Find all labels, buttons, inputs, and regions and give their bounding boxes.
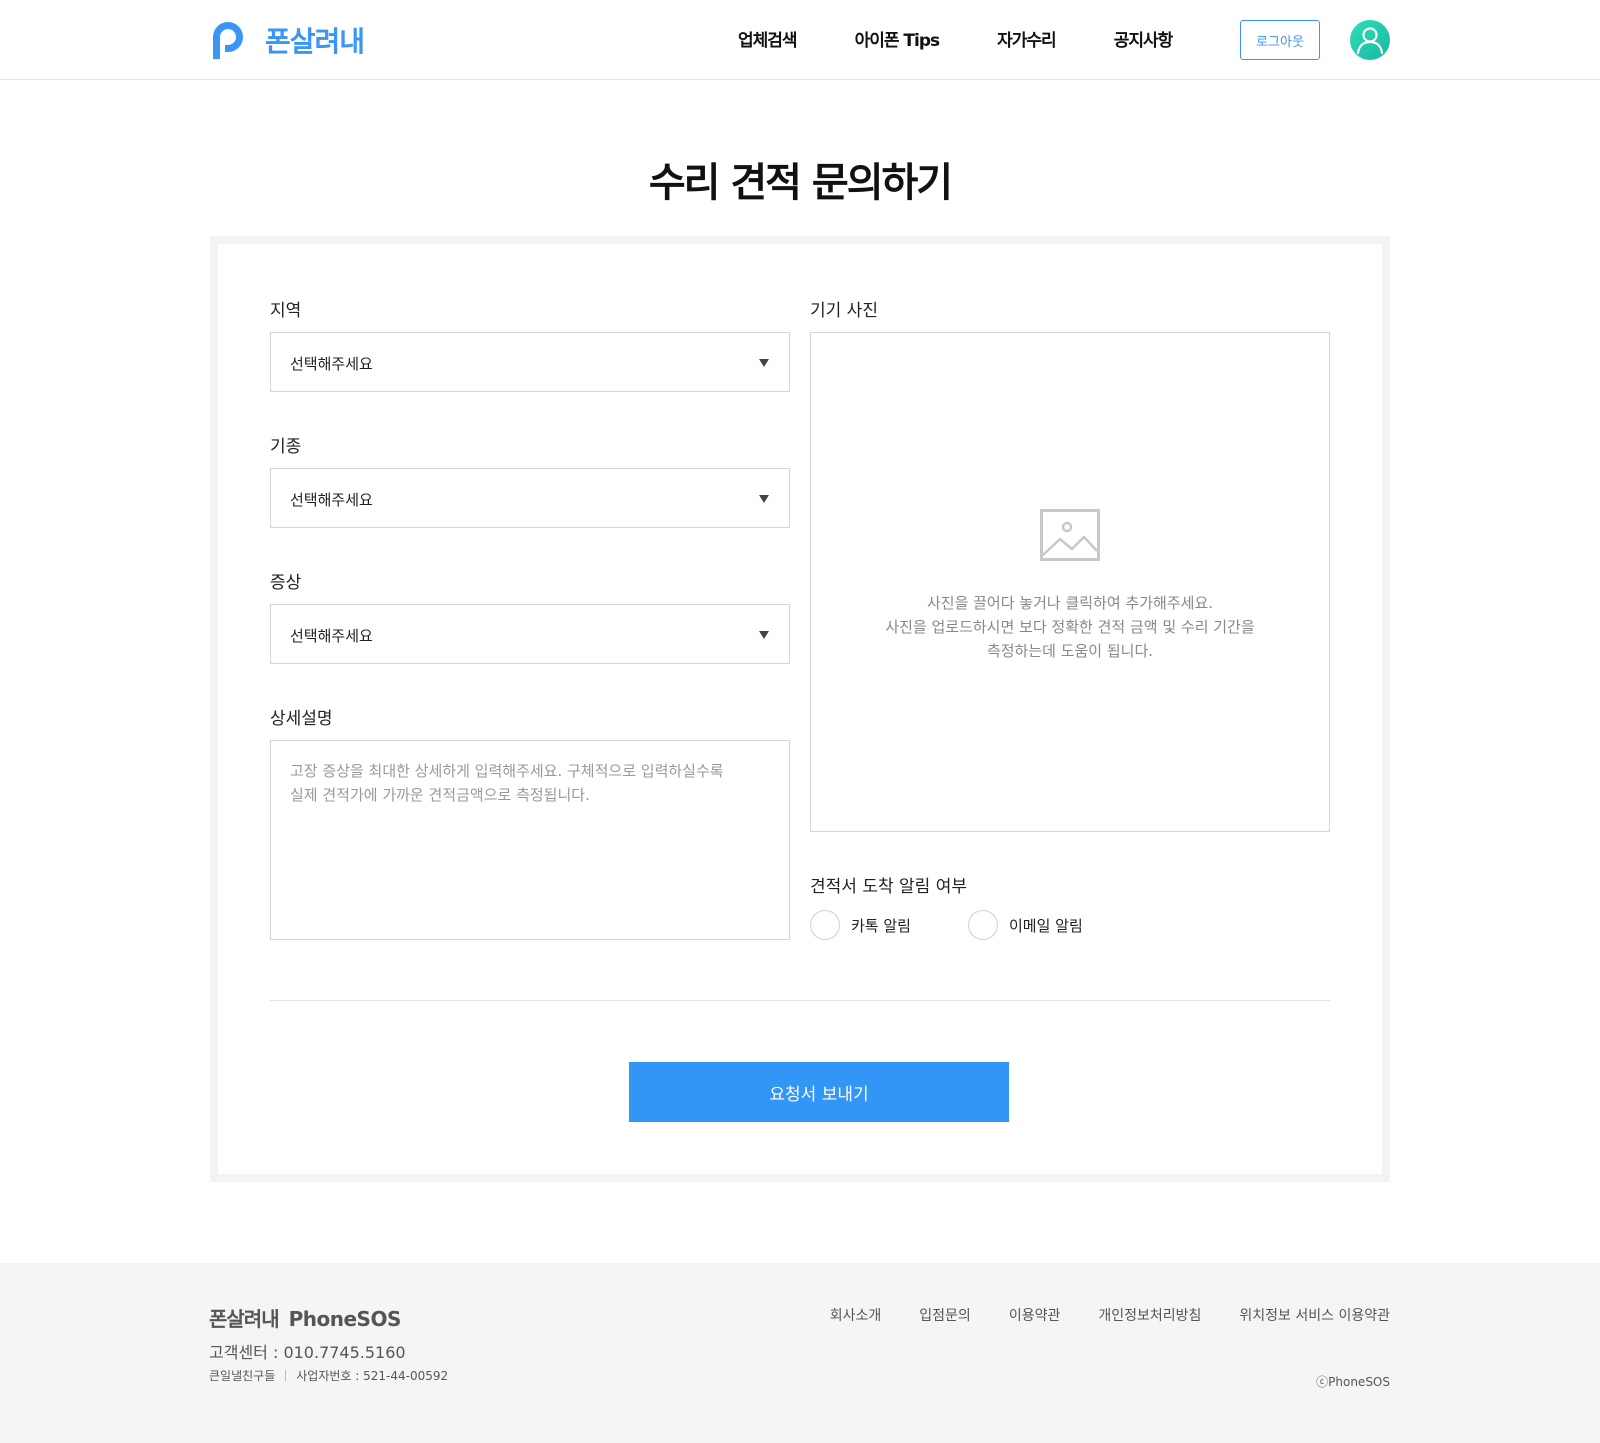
business-info: 큰일낼친구들 사업자번호 : 521-44-00592	[209, 1367, 448, 1384]
radio-email[interactable]	[968, 910, 998, 940]
footer-brand-kr: 폰살려내	[209, 1307, 280, 1331]
footer-links: 회사소개 입점문의 이용약관 개인정보처리방침 위치정보 서비스 이용약관	[792, 1305, 1390, 1325]
copyright: ⓒPhoneSOS	[1316, 1375, 1390, 1389]
user-avatar[interactable]	[1350, 20, 1390, 60]
photo-hint-line: 사진을 끌어다 놓거나 클릭하여 추가해주세요.	[926, 594, 1214, 612]
footer-link-about[interactable]: 회사소개	[830, 1305, 882, 1325]
customer-center: 고객센터 : 010.7745.5160	[209, 1343, 406, 1362]
model-select[interactable]: 선택해주세요	[270, 468, 790, 528]
footer-brand-en: PhoneSOS	[288, 1307, 402, 1331]
brand-name: 폰살려내	[265, 25, 365, 58]
main-nav: 업체검색 아이폰 Tips 자가수리 공지사항	[738, 26, 1230, 51]
footer-link-terms[interactable]: 이용약관	[1009, 1305, 1061, 1325]
symptom-select[interactable]: 선택해주세요	[270, 604, 790, 664]
brand-logo[interactable]: 폰살려내	[209, 20, 365, 60]
photo-dropzone[interactable]: 사진을 끌어다 놓거나 클릭하여 추가해주세요. 사진을 업로드하시면 보다 정…	[810, 332, 1330, 832]
model-label: 기종	[270, 437, 302, 457]
footer-link-privacy[interactable]: 개인정보처리방침	[1098, 1305, 1201, 1325]
detail-label: 상세설명	[270, 709, 333, 729]
radio-kakao-label: 카톡 알림	[851, 916, 911, 935]
notify-label: 견적서 도착 알림 여부	[810, 877, 967, 897]
region-select-value: 선택해주세요	[290, 355, 373, 373]
symptom-label: 증상	[270, 573, 302, 593]
notify-kakao-option[interactable]: 카톡 알림	[810, 910, 911, 940]
estimate-form: 지역 선택해주세요 기종 선택해주세요 증상 선택해주세요 상세설명 고장 증상…	[218, 244, 1382, 1174]
nav-item-company-search[interactable]: 업체검색	[738, 26, 798, 51]
divider	[285, 1370, 287, 1381]
symptom-select-value: 선택해주세요	[290, 627, 373, 645]
site-header: 폰살려내 업체검색 아이폰 Tips 자가수리 공지사항 로그아웃	[0, 0, 1600, 80]
notify-email-option[interactable]: 이메일 알림	[968, 910, 1083, 940]
photo-label: 기기 사진	[810, 301, 878, 321]
photo-hint-line: 사진을 업로드하시면 보다 정확한 견적 금액 및 수리 기간을	[885, 618, 1255, 636]
model-select-value: 선택해주세요	[290, 491, 373, 509]
company-name: 큰일낼친구들	[209, 1369, 276, 1383]
image-placeholder-icon	[1040, 509, 1100, 561]
nav-item-iphone-tips[interactable]: 아이폰 Tips	[855, 26, 941, 51]
footer-brand: 폰살려내 PhoneSOS	[209, 1303, 401, 1332]
estimate-form-card: 지역 선택해주세요 기종 선택해주세요 증상 선택해주세요 상세설명 고장 증상…	[210, 236, 1390, 1182]
page-title: 수리 견적 문의하기	[648, 160, 953, 206]
caret-down-icon	[759, 495, 769, 503]
form-divider	[270, 1000, 1330, 1001]
nav-item-self-repair[interactable]: 자가수리	[997, 26, 1057, 51]
region-select[interactable]: 선택해주세요	[270, 332, 790, 392]
radio-email-label: 이메일 알림	[1009, 916, 1083, 935]
logout-button[interactable]: 로그아웃	[1240, 20, 1320, 60]
business-number: 사업자번호 : 521-44-00592	[296, 1369, 449, 1383]
photo-hint: 사진을 끌어다 놓거나 클릭하여 추가해주세요. 사진을 업로드하시면 보다 정…	[811, 591, 1329, 663]
photo-hint-line: 측정하는데 도움이 됩니다.	[986, 642, 1154, 660]
radio-kakao[interactable]	[810, 910, 840, 940]
site-footer: 폰살려내 PhoneSOS 고객센터 : 010.7745.5160 큰일낼친구…	[0, 1263, 1600, 1443]
detail-placeholder: 고장 증상을 최대한 상세하게 입력해주세요. 구체적으로 입력하실수록 실제 …	[290, 762, 724, 804]
caret-down-icon	[759, 631, 769, 639]
submit-request-button[interactable]: 요청서 보내기	[629, 1062, 1009, 1122]
nav-item-notice[interactable]: 공지사항	[1114, 26, 1174, 51]
user-icon	[1356, 27, 1384, 55]
footer-link-location-terms[interactable]: 위치정보 서비스 이용약관	[1239, 1305, 1390, 1325]
region-label: 지역	[270, 301, 302, 321]
detail-textarea[interactable]: 고장 증상을 최대한 상세하게 입력해주세요. 구체적으로 입력하실수록 실제 …	[270, 740, 790, 940]
caret-down-icon	[759, 359, 769, 367]
logo-p-icon	[213, 22, 243, 59]
footer-link-partnership[interactable]: 입점문의	[919, 1305, 971, 1325]
